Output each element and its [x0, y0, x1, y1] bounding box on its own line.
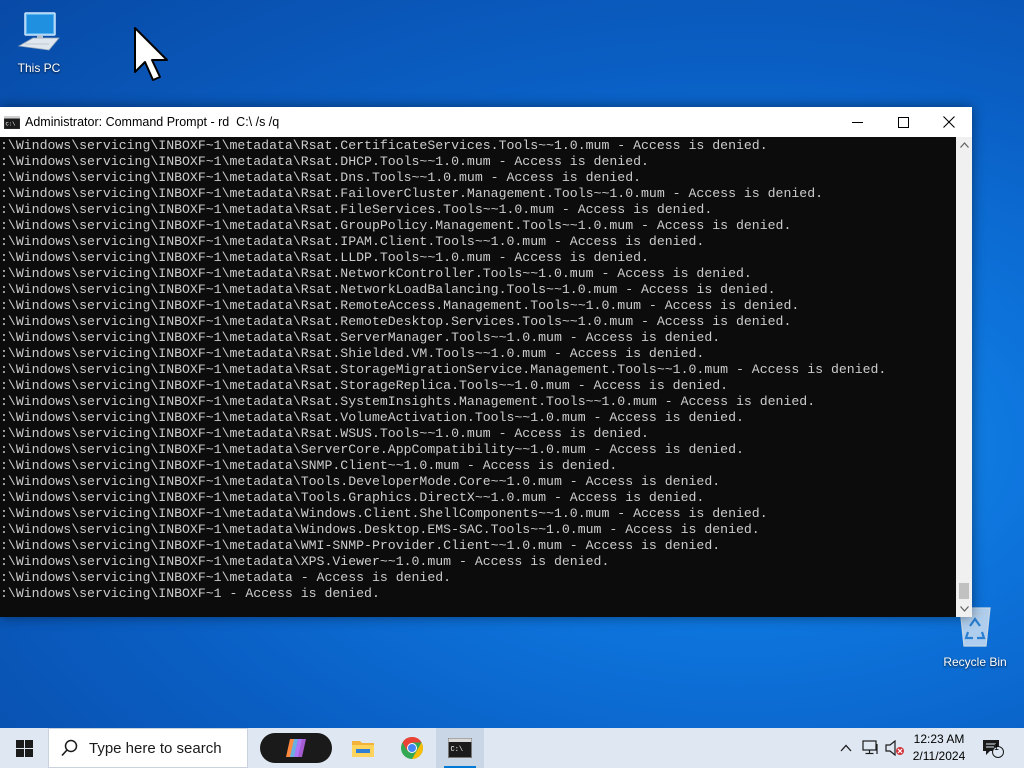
chevron-up-icon: [959, 142, 969, 148]
console-line: :\Windows\servicing\INBOXF~1\metadata\Rs…: [0, 330, 721, 345]
cmd-icon: C:\: [4, 115, 20, 129]
file-explorer-icon: [352, 741, 374, 757]
clock-time: 12:23 AM: [913, 732, 965, 746]
notification-icon: [983, 740, 1004, 758]
mouse-cursor-icon: [134, 27, 168, 81]
console-line: :\Windows\servicing\INBOXF~1\metadata\Rs…: [0, 314, 792, 329]
console-line: :\Windows\servicing\INBOXF~1\metadata\Rs…: [0, 170, 642, 185]
console-line: :\Windows\servicing\INBOXF~1\metadata\Se…: [0, 442, 744, 457]
command-prompt-icon: C:\: [448, 738, 472, 758]
close-icon: [943, 116, 955, 128]
console-line: :\Windows\servicing\INBOXF~1\metadata\Rs…: [0, 218, 792, 233]
scroll-down-button[interactable]: [956, 601, 972, 617]
console-line: :\Windows\servicing\INBOXF~1\metadata\Rs…: [0, 410, 744, 425]
maximize-button[interactable]: [880, 107, 926, 137]
console-line: :\Windows\servicing\INBOXF~1\metadata\Rs…: [0, 266, 752, 281]
console-line: :\Windows\servicing\INBOXF~1 - Access is…: [0, 586, 380, 601]
volume-control[interactable]: [884, 728, 906, 768]
chrome-icon: [401, 737, 423, 759]
taskbar-command-prompt[interactable]: C:\: [436, 728, 484, 768]
console-line: :\Windows\servicing\INBOXF~1\metadata\Rs…: [0, 154, 649, 169]
vertical-scrollbar[interactable]: [956, 137, 972, 617]
chevron-up-icon: [840, 744, 852, 752]
network-icon: [862, 740, 878, 755]
search-placeholder: Type here to search: [89, 739, 222, 757]
console-line: :\Windows\servicing\INBOXF~1\metadata\Rs…: [0, 282, 776, 297]
notification-center-button[interactable]: 1: [978, 728, 1008, 768]
desktop-icon-this-pc[interactable]: This PC: [4, 10, 74, 75]
console-line: :\Windows\servicing\INBOXF~1\metadata\To…: [0, 490, 705, 505]
copilot-button[interactable]: [260, 733, 332, 763]
tray-overflow-button[interactable]: [836, 728, 856, 768]
network-status[interactable]: [860, 728, 882, 768]
search-icon: [61, 739, 78, 757]
console-line: :\Windows\servicing\INBOXF~1\metadata\Rs…: [0, 138, 768, 153]
console-line: :\Windows\servicing\INBOXF~1\metadata\Wi…: [0, 506, 768, 521]
command-prompt-window[interactable]: C:\ Administrator: Command Prompt - rd C…: [0, 107, 972, 617]
computer-icon: [17, 12, 60, 51]
desktop-icon-label: Recycle Bin: [943, 655, 1007, 669]
scroll-thumb[interactable]: [959, 583, 969, 599]
console-line: :\Windows\servicing\INBOXF~1\metadata\To…: [0, 474, 721, 489]
console-line: :\Windows\servicing\INBOXF~1\metadata\XP…: [0, 554, 610, 569]
copilot-icon: [286, 739, 306, 757]
minimize-button[interactable]: [834, 107, 880, 137]
console-line: :\Windows\servicing\INBOXF~1\metadata\Rs…: [0, 234, 705, 249]
taskbar-file-explorer[interactable]: [339, 728, 387, 768]
console-line: :\Windows\servicing\INBOXF~1\metadata\WM…: [0, 538, 721, 553]
console-line: :\Windows\servicing\INBOXF~1\metadata\Rs…: [0, 426, 649, 441]
windows-logo-icon: [15, 739, 33, 757]
minimize-icon: [851, 121, 863, 123]
console-line: :\Windows\servicing\INBOXF~1\metadata\Wi…: [0, 522, 760, 537]
desktop-icon-label: This PC: [17, 61, 61, 75]
console-line: :\Windows\servicing\INBOXF~1\metadata\Rs…: [0, 394, 816, 409]
console-line: :\Windows\servicing\INBOXF~1\metadata\Rs…: [0, 250, 649, 265]
console-line: :\Windows\servicing\INBOXF~1\metadata\SN…: [0, 458, 618, 473]
notification-count: 1: [994, 742, 1000, 752]
maximize-icon: [897, 116, 909, 128]
taskbar-clock[interactable]: 12:23 AM 2/11/2024: [905, 731, 973, 765]
console-line: :\Windows\servicing\INBOXF~1\metadata\Rs…: [0, 186, 824, 201]
console-line: :\Windows\servicing\INBOXF~1\metadata - …: [0, 570, 452, 585]
console-line: :\Windows\servicing\INBOXF~1\metadata\Rs…: [0, 378, 729, 393]
console-line: :\Windows\servicing\INBOXF~1\metadata\Rs…: [0, 298, 800, 313]
console-line: :\Windows\servicing\INBOXF~1\metadata\Rs…: [0, 346, 705, 361]
clock-date: 2/11/2024: [912, 749, 966, 763]
svg-text:C:\: C:\: [6, 120, 16, 127]
console-text: :\Windows\servicing\INBOXF~1\metadata\Rs…: [0, 137, 956, 602]
close-button[interactable]: [926, 107, 972, 137]
console-line: :\Windows\servicing\INBOXF~1\metadata\Rs…: [0, 362, 887, 377]
console-output[interactable]: :\Windows\servicing\INBOXF~1\metadata\Rs…: [0, 137, 956, 617]
svg-text:C:\: C:\: [451, 746, 464, 754]
window-title: Administrator: Command Prompt - rd C:\ /…: [25, 115, 280, 129]
taskbar-search-box[interactable]: Type here to search: [48, 728, 248, 768]
chevron-down-icon: [959, 606, 969, 612]
console-line: :\Windows\servicing\INBOXF~1\metadata\Rs…: [0, 202, 713, 217]
taskbar-chrome[interactable]: [388, 728, 436, 768]
scroll-up-button[interactable]: [956, 137, 972, 153]
volume-muted-icon: [885, 740, 904, 756]
window-title-bar[interactable]: C:\ Administrator: Command Prompt - rd C…: [0, 107, 972, 137]
start-button[interactable]: [0, 728, 48, 768]
